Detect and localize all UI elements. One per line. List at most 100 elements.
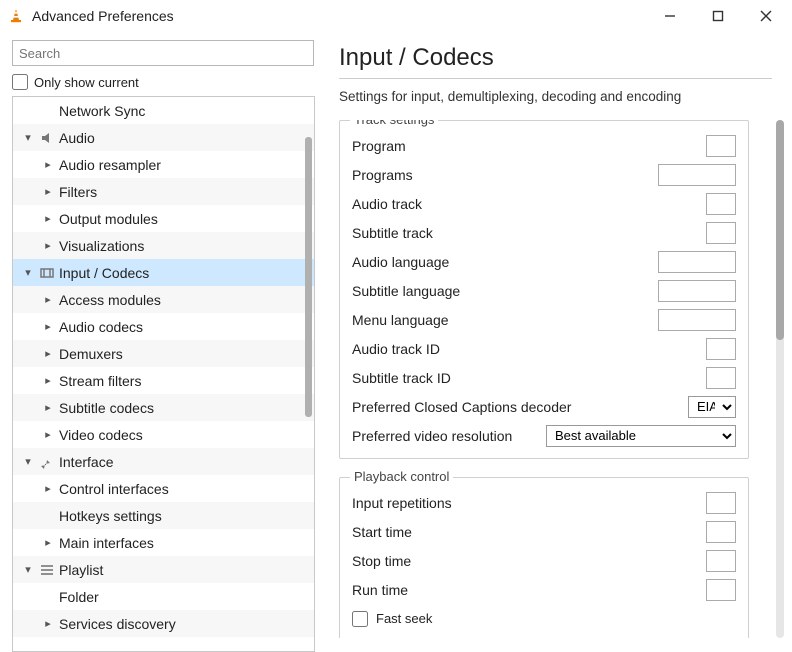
tree-item-label: Network Sync — [57, 103, 145, 119]
setting-input-run-time[interactable] — [706, 579, 736, 601]
chevron-down-icon[interactable]: ▾ — [19, 266, 37, 279]
setting-row: Audio track ID — [352, 334, 736, 363]
setting-fast-seek[interactable]: Fast seek — [352, 604, 736, 633]
category-tree: Network Sync▾Audio▸Audio resampler▸Filte… — [12, 96, 315, 652]
setting-label: Programs — [352, 167, 413, 183]
chevron-right-icon[interactable]: ▸ — [39, 212, 57, 225]
chevron-right-icon[interactable]: ▸ — [39, 428, 57, 441]
tree-item-visualizations[interactable]: ▸Visualizations — [13, 232, 314, 259]
panel-scrollbar[interactable] — [776, 120, 784, 638]
setting-select-preferred-closed-captions-decoder[interactable]: EIA/CE — [688, 396, 736, 418]
tree-item-hotkeys-settings[interactable]: Hotkeys settings — [13, 502, 314, 529]
setting-row: Run time — [352, 575, 736, 604]
setting-input-start-time[interactable] — [706, 521, 736, 543]
chevron-right-icon[interactable]: ▸ — [39, 185, 57, 198]
chevron-right-icon[interactable]: ▸ — [39, 482, 57, 495]
titlebar: Advanced Preferences — [0, 0, 792, 32]
setting-input-subtitle-track-id[interactable] — [706, 367, 736, 389]
tree-item-demuxers[interactable]: ▸Demuxers — [13, 340, 314, 367]
tree-item-video-codecs[interactable]: ▸Video codecs — [13, 421, 314, 448]
maximize-button[interactable] — [704, 4, 732, 28]
tree-item-label: Folder — [57, 589, 99, 605]
setting-row: Subtitle track — [352, 218, 736, 247]
panel-title: Input / Codecs — [339, 44, 792, 72]
tree-item-label: Control interfaces — [57, 481, 169, 497]
panel-divider — [339, 78, 772, 79]
checkbox-input[interactable] — [352, 611, 368, 627]
chevron-right-icon[interactable]: ▸ — [39, 158, 57, 171]
setting-input-audio-track[interactable] — [706, 193, 736, 215]
setting-select-preferred-video-resolution[interactable]: Best available — [546, 425, 736, 447]
minimize-button[interactable] — [656, 4, 684, 28]
sidebar: Only show current Network Sync▾Audio▸Aud… — [0, 32, 325, 652]
chevron-right-icon[interactable]: ▸ — [39, 617, 57, 630]
setting-label: Start time — [352, 524, 412, 540]
tree-item-input-codecs[interactable]: ▾Input / Codecs — [13, 259, 314, 286]
setting-label: Preferred Closed Captions decoder — [352, 399, 571, 415]
group-legend: Playback control — [350, 469, 453, 484]
tree-item-label: Main interfaces — [57, 535, 154, 551]
tree-item-label: Audio resampler — [57, 157, 161, 173]
chevron-right-icon[interactable]: ▸ — [39, 401, 57, 414]
tree-item-audio-resampler[interactable]: ▸Audio resampler — [13, 151, 314, 178]
chevron-down-icon[interactable]: ▾ — [19, 563, 37, 576]
setting-input-audio-language[interactable] — [658, 251, 736, 273]
tree-item-output-modules[interactable]: ▸Output modules — [13, 205, 314, 232]
tree-item-label: Demuxers — [57, 346, 123, 362]
only-show-current-input[interactable] — [12, 74, 28, 90]
tree-item-filters[interactable]: ▸Filters — [13, 178, 314, 205]
tree-item-label: Stream filters — [57, 373, 141, 389]
setting-label: Subtitle track ID — [352, 370, 451, 386]
tree-item-network-sync[interactable]: Network Sync — [13, 97, 314, 124]
setting-row: Subtitle track ID — [352, 363, 736, 392]
setting-input-program[interactable] — [706, 135, 736, 157]
tree-item-label: Audio — [57, 130, 95, 146]
setting-label: Audio language — [352, 254, 449, 270]
setting-input-audio-track-id[interactable] — [706, 338, 736, 360]
tree-item-label: Playlist — [57, 562, 103, 578]
window-title: Advanced Preferences — [32, 8, 656, 24]
chevron-right-icon[interactable]: ▸ — [39, 536, 57, 549]
tree-item-audio-codecs[interactable]: ▸Audio codecs — [13, 313, 314, 340]
tree-scrollbar-thumb[interactable] — [305, 137, 312, 417]
tree-item-folder[interactable]: Folder — [13, 583, 314, 610]
tree-item-label: Audio codecs — [57, 319, 143, 335]
setting-input-input-repetitions[interactable] — [706, 492, 736, 514]
tree-item-services-discovery[interactable]: ▸Services discovery — [13, 610, 314, 637]
tree-item-access-modules[interactable]: ▸Access modules — [13, 286, 314, 313]
setting-input-programs[interactable] — [658, 164, 736, 186]
audio-icon — [37, 130, 57, 146]
setting-row: Audio language — [352, 247, 736, 276]
window-controls — [656, 4, 780, 28]
only-show-current-checkbox[interactable]: Only show current — [12, 74, 315, 90]
chevron-down-icon[interactable]: ▾ — [19, 131, 37, 144]
tree-item-playlist[interactable]: ▾ Playlist — [13, 556, 314, 583]
vlc-cone-icon — [8, 8, 24, 24]
setting-input-subtitle-track[interactable] — [706, 222, 736, 244]
group-track-settings: Track settingsProgramProgramsAudio track… — [339, 120, 749, 459]
settings-panel: Input / Codecs Settings for input, demul… — [325, 32, 792, 652]
chevron-right-icon[interactable]: ▸ — [39, 374, 57, 387]
setting-input-menu-language[interactable] — [658, 309, 736, 331]
tree-item-stream-filters[interactable]: ▸Stream filters — [13, 367, 314, 394]
tree-item-label: Access modules — [57, 292, 161, 308]
chevron-down-icon[interactable]: ▾ — [19, 455, 37, 468]
tree-item-subtitle-codecs[interactable]: ▸Subtitle codecs — [13, 394, 314, 421]
setting-input-subtitle-language[interactable] — [658, 280, 736, 302]
tree-item-audio[interactable]: ▾ Audio — [13, 124, 314, 151]
search-input[interactable] — [12, 40, 314, 66]
setting-input-stop-time[interactable] — [706, 550, 736, 572]
chevron-right-icon[interactable]: ▸ — [39, 347, 57, 360]
tree-item-label: Subtitle codecs — [57, 400, 154, 416]
chevron-right-icon[interactable]: ▸ — [39, 239, 57, 252]
setting-row: Stop time — [352, 546, 736, 575]
chevron-right-icon[interactable]: ▸ — [39, 320, 57, 333]
tree-item-label: Visualizations — [57, 238, 144, 254]
tree-item-main-interfaces[interactable]: ▸Main interfaces — [13, 529, 314, 556]
close-button[interactable] — [752, 4, 780, 28]
tree-item-label: Hotkeys settings — [57, 508, 162, 524]
tree-item-control-interfaces[interactable]: ▸Control interfaces — [13, 475, 314, 502]
chevron-right-icon[interactable]: ▸ — [39, 293, 57, 306]
tree-item-interface[interactable]: ▾Interface — [13, 448, 314, 475]
panel-scrollbar-thumb[interactable] — [776, 120, 784, 340]
